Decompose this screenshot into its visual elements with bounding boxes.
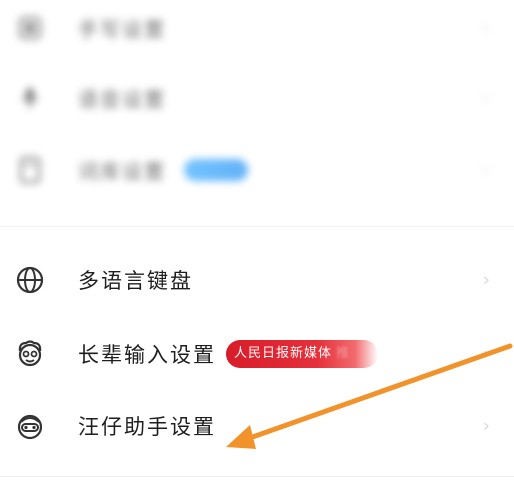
annotation-arrow	[226, 343, 513, 449]
